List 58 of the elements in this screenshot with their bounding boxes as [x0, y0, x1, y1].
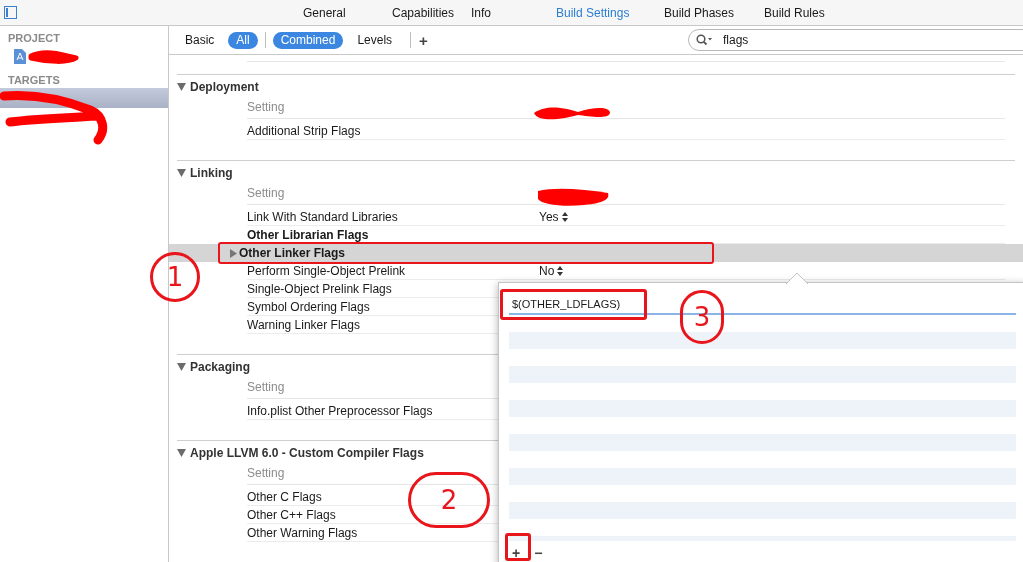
tab[interactable]: Capabilities	[392, 3, 471, 22]
tab[interactable]: Build Phases	[664, 3, 764, 22]
section-title: Apple LLVM 6.0 - Custom Compiler Flags	[190, 445, 424, 462]
setting-name: Warning Linker Flags	[247, 317, 360, 332]
setting-name: Additional Strip Flags	[247, 123, 361, 138]
setting-row[interactable]: Perform Single-Object Prelink No	[247, 262, 1005, 280]
setting-name: Other C Flags	[247, 489, 322, 504]
column-header: Setting	[247, 185, 285, 202]
tab[interactable]: Build Rules	[764, 3, 844, 22]
setting-name: Single-Object Prelink Flags	[247, 281, 392, 296]
filter-tab[interactable]: Basic	[177, 31, 223, 49]
filter-tab[interactable]: All	[228, 31, 258, 49]
tab[interactable]: Info	[471, 3, 556, 22]
section-title: Linking	[190, 165, 233, 182]
setting-name: Info.plist Other Preprocessor Flags	[247, 403, 433, 418]
disclosure-icon[interactable]	[177, 363, 186, 371]
sidebar-toggle-icon[interactable]	[4, 6, 17, 19]
add-button[interactable]: +	[419, 32, 428, 48]
setting-name: Perform Single-Object Prelink	[247, 263, 406, 278]
setting-row[interactable]: Additional Strip Flags	[247, 122, 1005, 140]
tab[interactable]: General	[303, 3, 392, 22]
highlight-box	[505, 533, 531, 561]
search-field[interactable]: flags	[688, 29, 1023, 51]
disclosure-icon[interactable]	[230, 248, 237, 258]
column-header: Setting	[247, 465, 285, 482]
setting-name: Other C++ Flags	[247, 507, 336, 522]
setting-row[interactable]: Other Linker Flags	[169, 244, 1023, 262]
stepper-icon	[561, 211, 568, 222]
filter-tab[interactable]: Levels	[349, 31, 401, 49]
add-button[interactable]: +	[512, 546, 521, 560]
project-file-icon	[14, 48, 26, 64]
search-icon	[696, 34, 714, 46]
value-popup[interactable]: No	[539, 261, 564, 280]
filter-tab[interactable]: Combined	[272, 31, 344, 49]
disclosure-icon[interactable]	[177, 449, 186, 457]
setting-name: Link With Standard Libraries	[247, 209, 398, 224]
circled-number: 1	[150, 252, 200, 302]
disclosure-icon[interactable]	[177, 83, 186, 91]
redaction-mark	[28, 49, 80, 65]
sidebar-heading: TARGETS	[7, 73, 61, 88]
column-header: Setting	[247, 99, 285, 116]
section-title: Deployment	[190, 79, 259, 96]
stepper-icon	[557, 265, 564, 276]
section-title: Packaging	[190, 359, 251, 376]
setting-name: Symbol Ordering Flags	[247, 299, 370, 314]
value-text: $(OTHER_LDFLAGS)	[512, 296, 621, 312]
disclosure-icon[interactable]	[177, 169, 186, 177]
setting-name: Other Linker Flags	[239, 246, 346, 260]
circled-number: 3	[680, 290, 724, 344]
setting-name: Other Warning Flags	[247, 525, 358, 540]
value-popup[interactable]: Yes	[539, 207, 568, 226]
tab[interactable]: Build Settings	[556, 3, 664, 22]
remove-button[interactable]: −	[534, 546, 543, 560]
setting-name: Other Librarian Flags	[247, 227, 369, 242]
column-header: Setting	[247, 379, 285, 396]
circled-number: 2	[408, 472, 490, 528]
sidebar-heading: PROJECT	[7, 31, 61, 46]
setting-row[interactable]: Link With Standard Libraries Yes	[247, 208, 1005, 226]
